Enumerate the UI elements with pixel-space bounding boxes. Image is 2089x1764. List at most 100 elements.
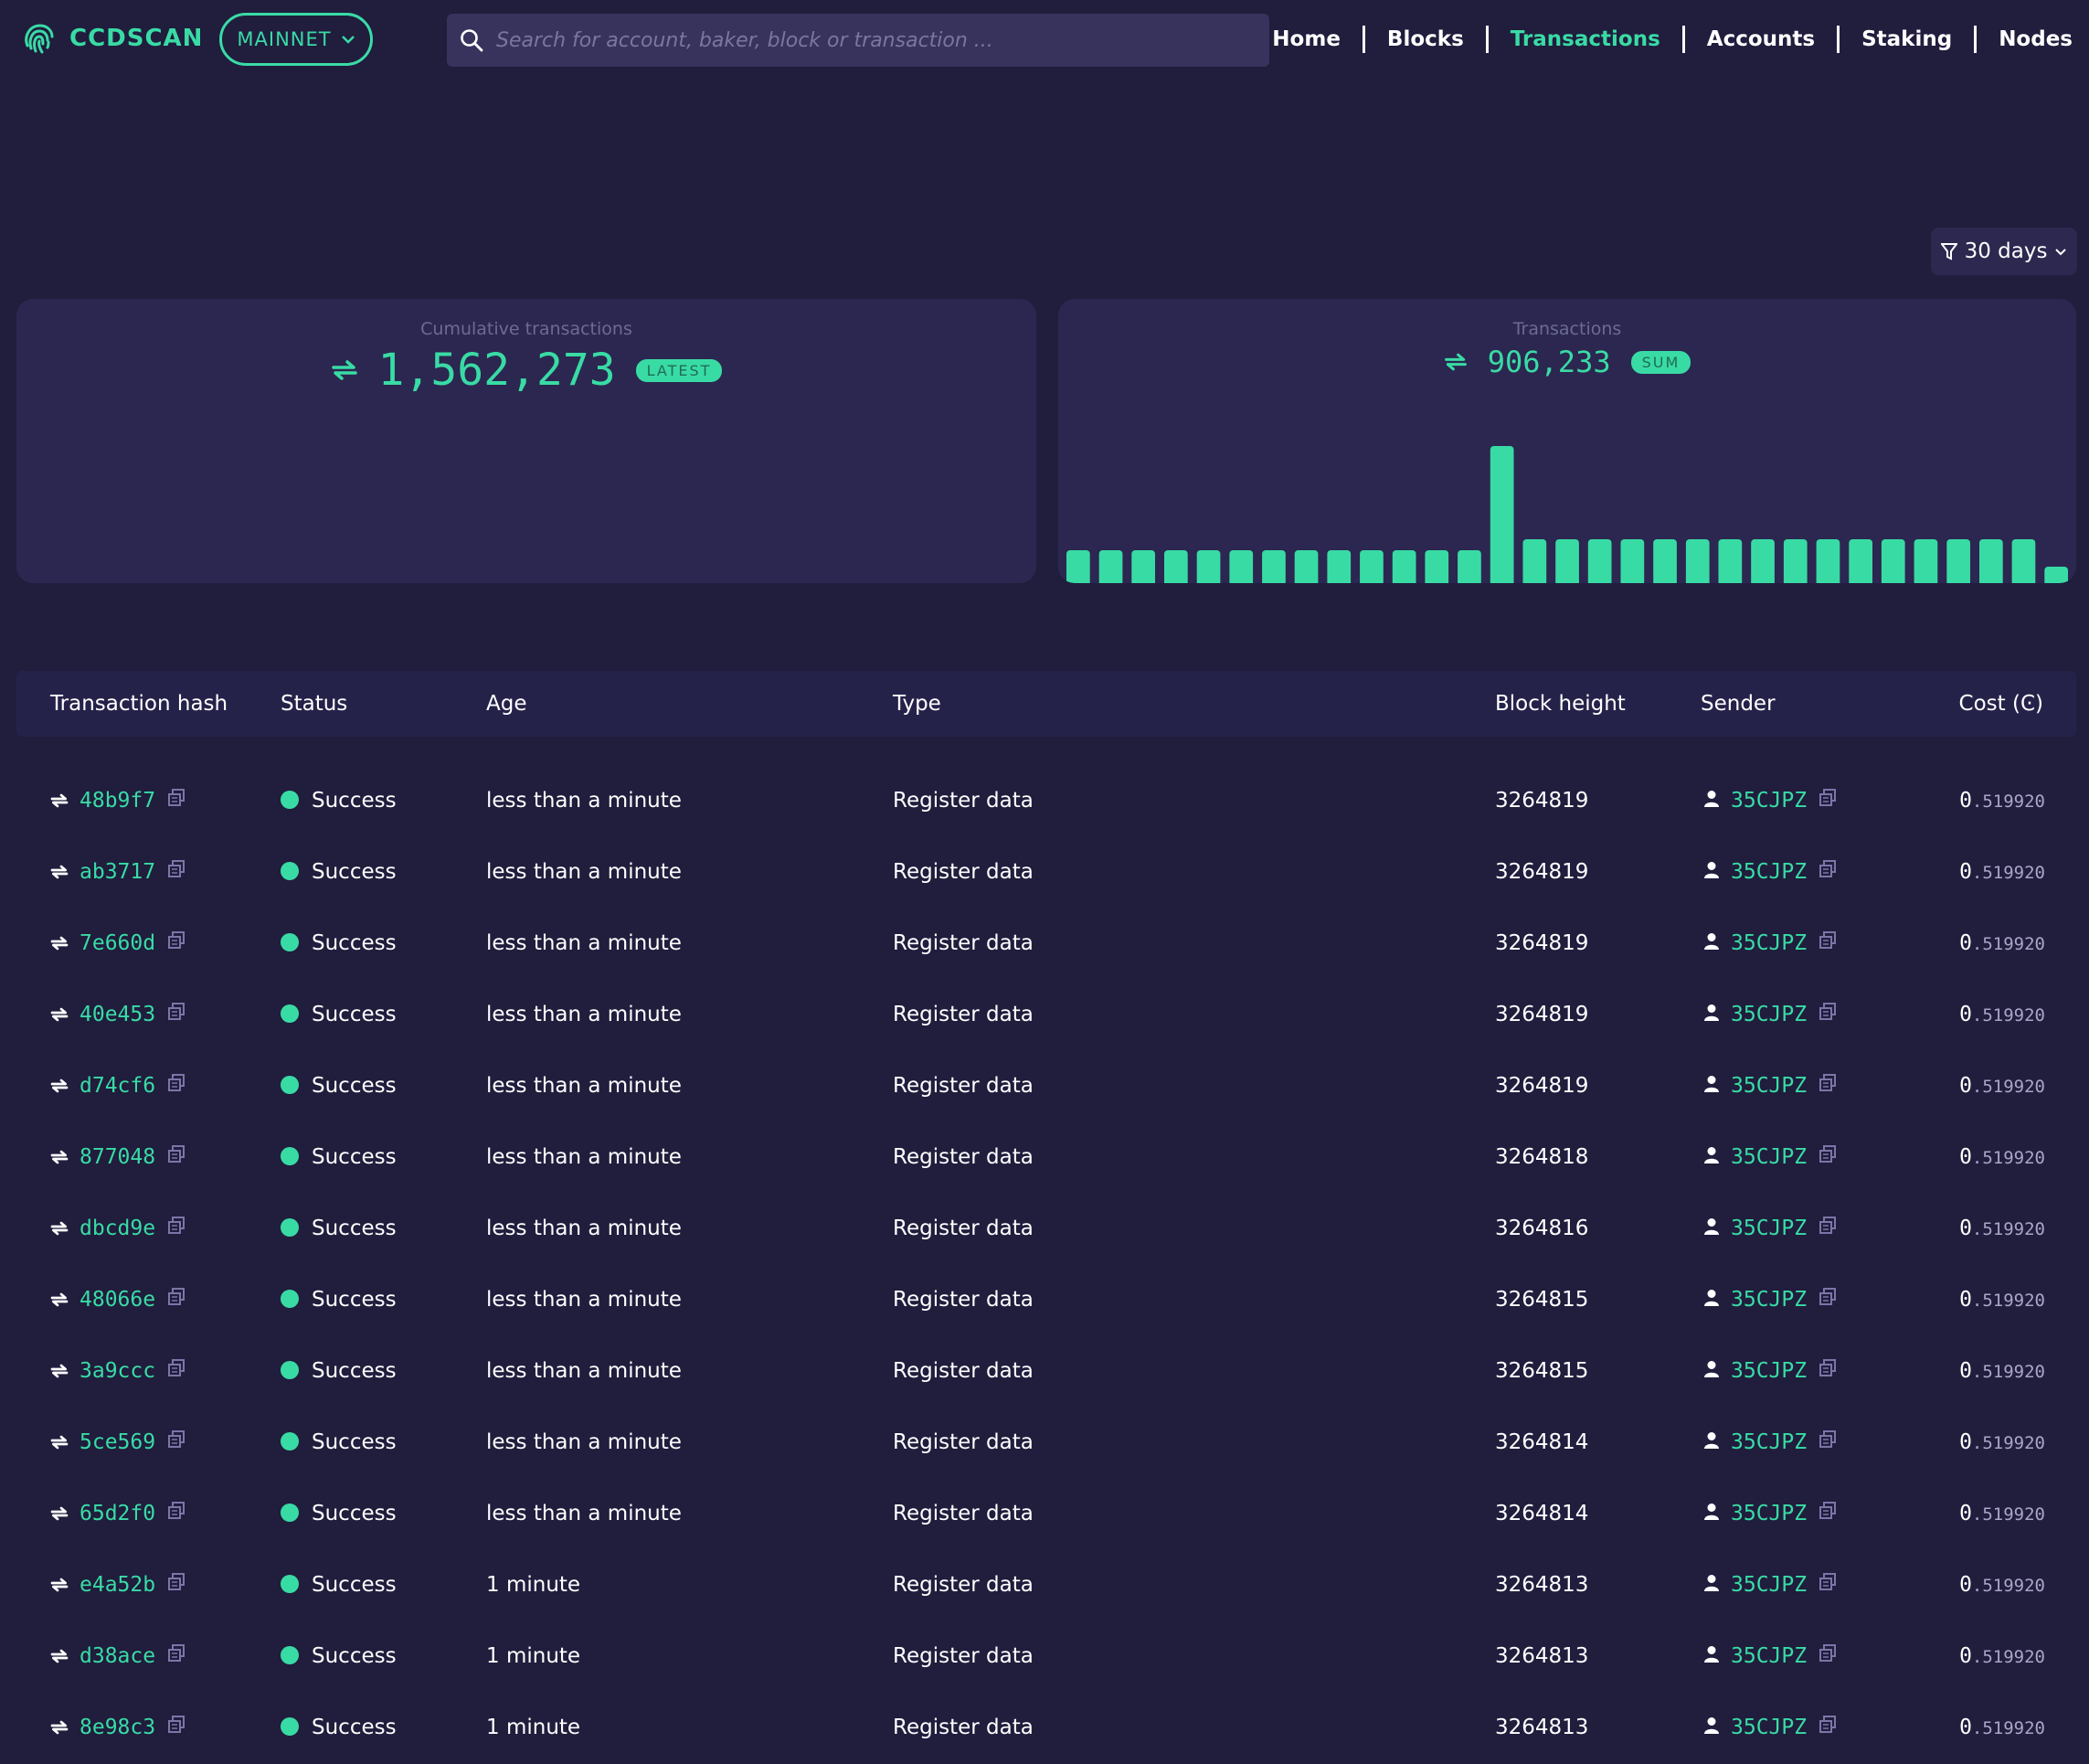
transaction-hash-link[interactable]: 8e98c3 — [80, 1716, 155, 1739]
table-row[interactable]: 8e98c3 Success 1 minute Register data 326481… — [0, 1692, 2089, 1763]
block-height-cell[interactable]: 3264813 — [1495, 1549, 1588, 1621]
table-row[interactable]: d74cf6 Success less than a minute Register … — [0, 1050, 2089, 1121]
transaction-hash-link[interactable]: 48b9f7 — [80, 789, 155, 813]
copy-icon[interactable] — [1818, 1336, 1838, 1408]
sender-link[interactable]: 35CJPZ — [1731, 1003, 1807, 1026]
sender-link[interactable]: 35CJPZ — [1731, 1074, 1807, 1098]
transaction-hash-link[interactable]: e4a52b — [80, 1573, 155, 1597]
block-height-cell[interactable]: 3264813 — [1495, 1621, 1588, 1692]
nav-accounts[interactable]: Accounts — [1681, 26, 1837, 53]
nav-transactions[interactable]: Transactions — [1485, 26, 1682, 53]
sender-link[interactable]: 35CJPZ — [1731, 1359, 1807, 1383]
copy-icon[interactable] — [166, 1194, 186, 1265]
copy-icon[interactable] — [166, 1265, 186, 1336]
filter-label: 30 days — [1964, 239, 2048, 263]
block-height-cell[interactable]: 3264819 — [1495, 1050, 1588, 1121]
cost-integer: 0 — [1959, 789, 1972, 813]
copy-icon[interactable] — [166, 1550, 186, 1621]
table-row[interactable]: 40e453 Success less than a minute Register … — [0, 979, 2089, 1050]
copy-icon[interactable] — [166, 1479, 186, 1550]
table-row[interactable]: 48b9f7 Success less than a minute Register … — [0, 765, 2089, 836]
block-height-cell[interactable]: 3264816 — [1495, 1193, 1588, 1264]
block-height-cell[interactable]: 3264815 — [1495, 1264, 1588, 1335]
transaction-hash-link[interactable]: d38ace — [80, 1644, 155, 1668]
table-row[interactable]: 5ce569 Success less than a minute Register … — [0, 1407, 2089, 1478]
copy-icon[interactable] — [166, 1621, 186, 1693]
network-selector[interactable]: MAINNET — [219, 13, 373, 66]
status-text: Success — [312, 1074, 397, 1098]
nav-blocks[interactable]: Blocks — [1362, 26, 1486, 53]
sender-link[interactable]: 35CJPZ — [1731, 789, 1807, 813]
copy-icon[interactable] — [1818, 1265, 1838, 1336]
copy-icon[interactable] — [1818, 1621, 1838, 1693]
copy-icon[interactable] — [1818, 909, 1838, 980]
sender-cell: 35CJPZ — [1703, 1407, 1838, 1479]
sender-link[interactable]: 35CJPZ — [1731, 931, 1807, 955]
search-bar[interactable] — [447, 14, 1269, 67]
block-height-cell[interactable]: 3264813 — [1495, 1692, 1588, 1763]
sender-link[interactable]: 35CJPZ — [1731, 1217, 1807, 1240]
block-height-cell[interactable]: 3264814 — [1495, 1407, 1588, 1478]
block-height-cell[interactable]: 3264819 — [1495, 836, 1588, 908]
block-height-cell[interactable]: 3264815 — [1495, 1335, 1588, 1407]
copy-icon[interactable] — [166, 766, 186, 837]
transaction-hash-link[interactable]: 65d2f0 — [80, 1502, 155, 1525]
copy-icon[interactable] — [1818, 1479, 1838, 1550]
copy-icon[interactable] — [1818, 1051, 1838, 1122]
copy-icon[interactable] — [166, 837, 186, 909]
transaction-hash-link[interactable]: 40e453 — [80, 1003, 155, 1026]
sender-link[interactable]: 35CJPZ — [1731, 1430, 1807, 1454]
transaction-hash-link[interactable]: 3a9ccc — [80, 1359, 155, 1383]
table-row[interactable]: d38ace Success 1 minute Register data 326481… — [0, 1621, 2089, 1692]
transaction-hash-link[interactable]: 7e660d — [80, 931, 155, 955]
sender-link[interactable]: 35CJPZ — [1731, 1288, 1807, 1312]
time-range-filter[interactable]: 30 days — [1931, 228, 2077, 275]
copy-icon[interactable] — [1818, 1408, 1838, 1479]
block-height-cell[interactable]: 3264819 — [1495, 908, 1588, 979]
table-row[interactable]: 7e660d Success less than a minute Register … — [0, 908, 2089, 979]
copy-icon[interactable] — [166, 1122, 186, 1194]
block-height-cell[interactable]: 3264819 — [1495, 765, 1588, 836]
table-row[interactable]: 877048 Success less than a minute Register … — [0, 1121, 2089, 1193]
copy-icon[interactable] — [1818, 980, 1838, 1051]
logo[interactable]: CCDSCAN — [20, 20, 203, 57]
sender-link[interactable]: 35CJPZ — [1731, 1716, 1807, 1739]
block-height-cell[interactable]: 3264814 — [1495, 1478, 1588, 1549]
copy-icon[interactable] — [1818, 1693, 1838, 1764]
table-row[interactable]: 3a9ccc Success less than a minute Register … — [0, 1335, 2089, 1407]
copy-icon[interactable] — [1818, 1122, 1838, 1194]
sender-link[interactable]: 35CJPZ — [1731, 1502, 1807, 1525]
copy-icon[interactable] — [166, 1051, 186, 1122]
search-input[interactable] — [494, 27, 1247, 53]
transaction-hash-link[interactable]: d74cf6 — [80, 1074, 155, 1098]
copy-icon[interactable] — [166, 1408, 186, 1479]
transaction-hash-link[interactable]: ab3717 — [80, 860, 155, 884]
table-row[interactable]: 65d2f0 Success less than a minute Register … — [0, 1478, 2089, 1549]
copy-icon[interactable] — [166, 909, 186, 980]
copy-icon[interactable] — [166, 980, 186, 1051]
transaction-hash-link[interactable]: 48066e — [80, 1288, 155, 1312]
transaction-hash-link[interactable]: 877048 — [80, 1145, 155, 1169]
copy-icon[interactable] — [1818, 1194, 1838, 1265]
copy-icon[interactable] — [1818, 1550, 1838, 1621]
nav-staking[interactable]: Staking — [1837, 26, 1974, 53]
transaction-hash-link[interactable]: dbcd9e — [80, 1217, 155, 1240]
transaction-hash-link[interactable]: 5ce569 — [80, 1430, 155, 1454]
copy-icon[interactable] — [1818, 837, 1838, 909]
table-row[interactable]: ab3717 Success less than a minute Register … — [0, 836, 2089, 908]
copy-icon[interactable] — [166, 1693, 186, 1764]
table-row[interactable]: e4a52b Success 1 minute Register data 326481… — [0, 1549, 2089, 1621]
sender-link[interactable]: 35CJPZ — [1731, 1573, 1807, 1597]
block-height-cell[interactable]: 3264819 — [1495, 979, 1588, 1050]
sender-link[interactable]: 35CJPZ — [1731, 1145, 1807, 1169]
copy-icon[interactable] — [1818, 766, 1838, 837]
table-row[interactable]: dbcd9e Success less than a minute Register … — [0, 1193, 2089, 1264]
success-status-dot-icon — [281, 790, 299, 809]
nav-nodes[interactable]: Nodes — [1974, 26, 2073, 53]
table-row[interactable]: 48066e Success less than a minute Register … — [0, 1264, 2089, 1335]
sender-link[interactable]: 35CJPZ — [1731, 1644, 1807, 1668]
sender-link[interactable]: 35CJPZ — [1731, 860, 1807, 884]
nav-home[interactable]: Home — [1250, 26, 1363, 53]
block-height-cell[interactable]: 3264818 — [1495, 1121, 1588, 1193]
copy-icon[interactable] — [166, 1336, 186, 1408]
